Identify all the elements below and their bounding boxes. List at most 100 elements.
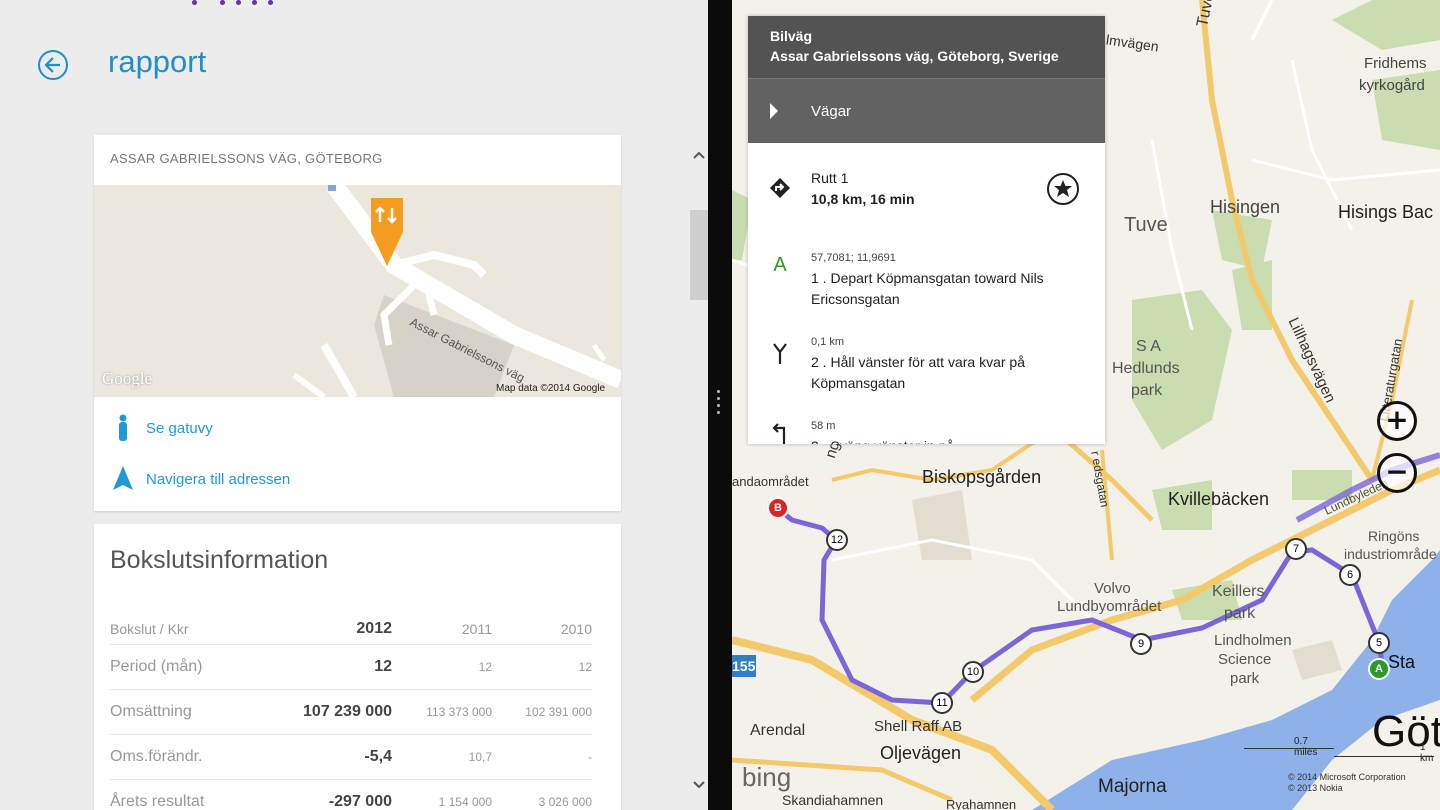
map-label: kyrkogård xyxy=(1359,77,1425,94)
step-distance: 57,7081; 11,9691 xyxy=(811,252,896,264)
company-report-app: rapport ASSAR GABRIELSSONS VÄG, GÖTEBORG… xyxy=(0,0,708,810)
cell-value: - xyxy=(492,734,592,780)
map-label: Hisingen xyxy=(1210,197,1281,217)
directions-panel: Bilväg Assar Gabrielssons väg, Göteborg,… xyxy=(748,16,1105,444)
google-logo: Google xyxy=(102,369,153,388)
favorite-star-icon[interactable] xyxy=(1046,172,1080,206)
step-distance: 0,1 km xyxy=(811,336,845,348)
copyright-nokia: © 2013 Nokia xyxy=(1288,783,1343,793)
zoom-in-button[interactable]: + xyxy=(1377,401,1417,441)
step-marker-a: A xyxy=(773,254,787,276)
column-header: 2012 xyxy=(252,614,392,645)
scroll-down-icon[interactable] xyxy=(692,780,706,790)
table-row: Årets resultat -297 000 1 154 000 3 026 … xyxy=(110,779,592,810)
map-label: Keillers xyxy=(1212,583,1265,600)
waypoint-marker[interactable]: 7 xyxy=(1285,538,1307,560)
route-step[interactable]: A 57,7081; 11,9691 1 . Depart Köpmansgat… xyxy=(748,248,1105,318)
route-step[interactable]: 0,1 km 2 . Håll vänster för att vara kva… xyxy=(748,334,1105,404)
step-instruction: 1 . Depart Köpmansgatan toward Nils Eric… xyxy=(811,270,1044,307)
financials-table: Bokslut / Kkr 2012 2011 2010 Period (mån… xyxy=(110,614,592,810)
expand-icon xyxy=(770,103,778,119)
table-row: Oms.förändr. -5,4 10,7 - xyxy=(110,734,592,780)
roads-label: Vägar xyxy=(811,103,852,120)
street-view-link[interactable]: Se gatuvy xyxy=(146,420,213,437)
back-arrow-icon xyxy=(44,57,60,73)
route-step[interactable]: 58 m 3 . Sväng vänster in på xyxy=(748,418,1105,444)
route-icon xyxy=(770,178,790,198)
row-label: Period (mån) xyxy=(110,644,252,690)
address-header: ASSAR GABRIELSSONS VÄG, GÖTEBORG xyxy=(110,151,383,166)
mini-map[interactable]: Assar Gabrielssons väg Google Map data ©… xyxy=(94,185,621,397)
waypoint-marker[interactable]: 6 xyxy=(1339,564,1361,586)
vertical-scrollbar[interactable] xyxy=(690,140,708,800)
table-row: Omsättning 107 239 000 113 373 000 102 3… xyxy=(110,689,592,735)
row-label: Oms.förändr. xyxy=(110,734,252,780)
split-grip-handle[interactable] xyxy=(716,390,722,420)
fork-left-icon xyxy=(773,343,787,364)
copyright-microsoft: © 2014 Microsoft Corporation xyxy=(1288,772,1406,782)
directions-header: Bilväg Assar Gabrielssons väg, Göteborg,… xyxy=(748,16,1105,78)
map-label: Lundbyområdet xyxy=(1057,598,1162,615)
cell-value: 3 026 000 xyxy=(492,779,592,810)
cell-value: 113 373 000 xyxy=(392,689,492,735)
scale-km: 1 km xyxy=(1420,742,1434,764)
location-pin-icon xyxy=(371,198,403,266)
cell-value: 12 xyxy=(392,644,492,690)
back-button[interactable] xyxy=(38,50,68,80)
cell-value: 12 xyxy=(492,644,592,690)
waypoint-marker[interactable]: 11 xyxy=(931,692,953,714)
step-instruction: 3 . Sväng vänster in på xyxy=(811,436,1081,444)
scroll-up-icon[interactable] xyxy=(692,150,706,160)
map-label: Majorna xyxy=(1098,776,1167,797)
scale-miles: 0.7 miles xyxy=(1294,736,1318,758)
column-header: Bokslut / Kkr xyxy=(110,614,252,645)
navigate-arrow-icon xyxy=(113,466,133,490)
map-attribution: Map data ©2014 Google xyxy=(496,383,606,394)
waypoint-marker[interactable]: 9 xyxy=(1130,633,1152,655)
route-summary-item[interactable]: Rutt 1 10,8 km, 16 min xyxy=(748,168,1105,228)
map-label: Biskopsgården xyxy=(922,467,1042,487)
waypoint-marker[interactable]: 12 xyxy=(826,529,848,551)
row-label: Årets resultat xyxy=(110,779,252,810)
loading-dots xyxy=(190,0,290,8)
map-label: Sta xyxy=(1388,652,1416,672)
financials-card: Bokslutsinformation Bokslut / Kkr 2012 2… xyxy=(94,524,621,810)
column-header: 2011 xyxy=(392,614,492,645)
map-label: industriområde xyxy=(1344,546,1437,562)
table-row: Period (mån) 12 12 12 xyxy=(110,644,592,690)
waypoint-marker[interactable]: 10 xyxy=(962,661,984,683)
step-distance: 58 m xyxy=(811,420,836,432)
map-label: Ryahamnen xyxy=(946,797,1017,810)
route-summary: 10,8 km, 16 min xyxy=(811,191,915,207)
waypoint-marker[interactable]: 5 xyxy=(1368,632,1390,654)
maps-app: 155 Tuvevägen lmvägen Fridhems kyrkogård… xyxy=(732,0,1440,810)
cell-value: 10,7 xyxy=(392,734,492,780)
cell-value: 102 391 000 xyxy=(492,689,592,735)
cell-value: -297 000 xyxy=(252,779,392,810)
cell-value: 1 154 000 xyxy=(392,779,492,810)
financials-heading: Bokslutsinformation xyxy=(110,546,329,574)
travel-mode-label: Bilväg xyxy=(770,28,813,44)
cell-value: 12 xyxy=(252,644,392,690)
map-label: Hedlunds xyxy=(1112,360,1180,377)
zoom-out-button[interactable]: − xyxy=(1377,453,1417,493)
person-icon xyxy=(119,414,127,441)
turn-left-icon xyxy=(772,423,786,444)
bing-logo: bing xyxy=(742,762,792,792)
map-label: Volvo xyxy=(1094,580,1131,597)
route-name: Rutt 1 xyxy=(811,170,849,186)
route-start-marker-b[interactable]: B xyxy=(767,497,789,519)
address-card: ASSAR GABRIELSSONS VÄG, GÖTEBORG Assar G… xyxy=(94,135,621,511)
highway-label: 155 xyxy=(732,658,756,674)
cell-value: -5,4 xyxy=(252,734,392,780)
map-label: Kvillebäcken xyxy=(1168,489,1270,509)
roads-toggle[interactable]: Vägar xyxy=(748,78,1105,143)
step-instruction: 2 . Håll vänster för att vara kvar på Kö… xyxy=(811,354,1025,391)
map-label: S A xyxy=(1136,338,1161,355)
destination-label: Assar Gabrielssons väg, Göteborg, Sverig… xyxy=(770,48,1059,64)
navigate-link[interactable]: Navigera till adressen xyxy=(146,471,290,488)
scrollbar-thumb[interactable] xyxy=(690,210,708,300)
route-end-marker-a[interactable]: A xyxy=(1368,658,1390,680)
map-label: Skandiahamnen xyxy=(782,792,884,808)
map-label: andaområdet xyxy=(732,474,809,489)
